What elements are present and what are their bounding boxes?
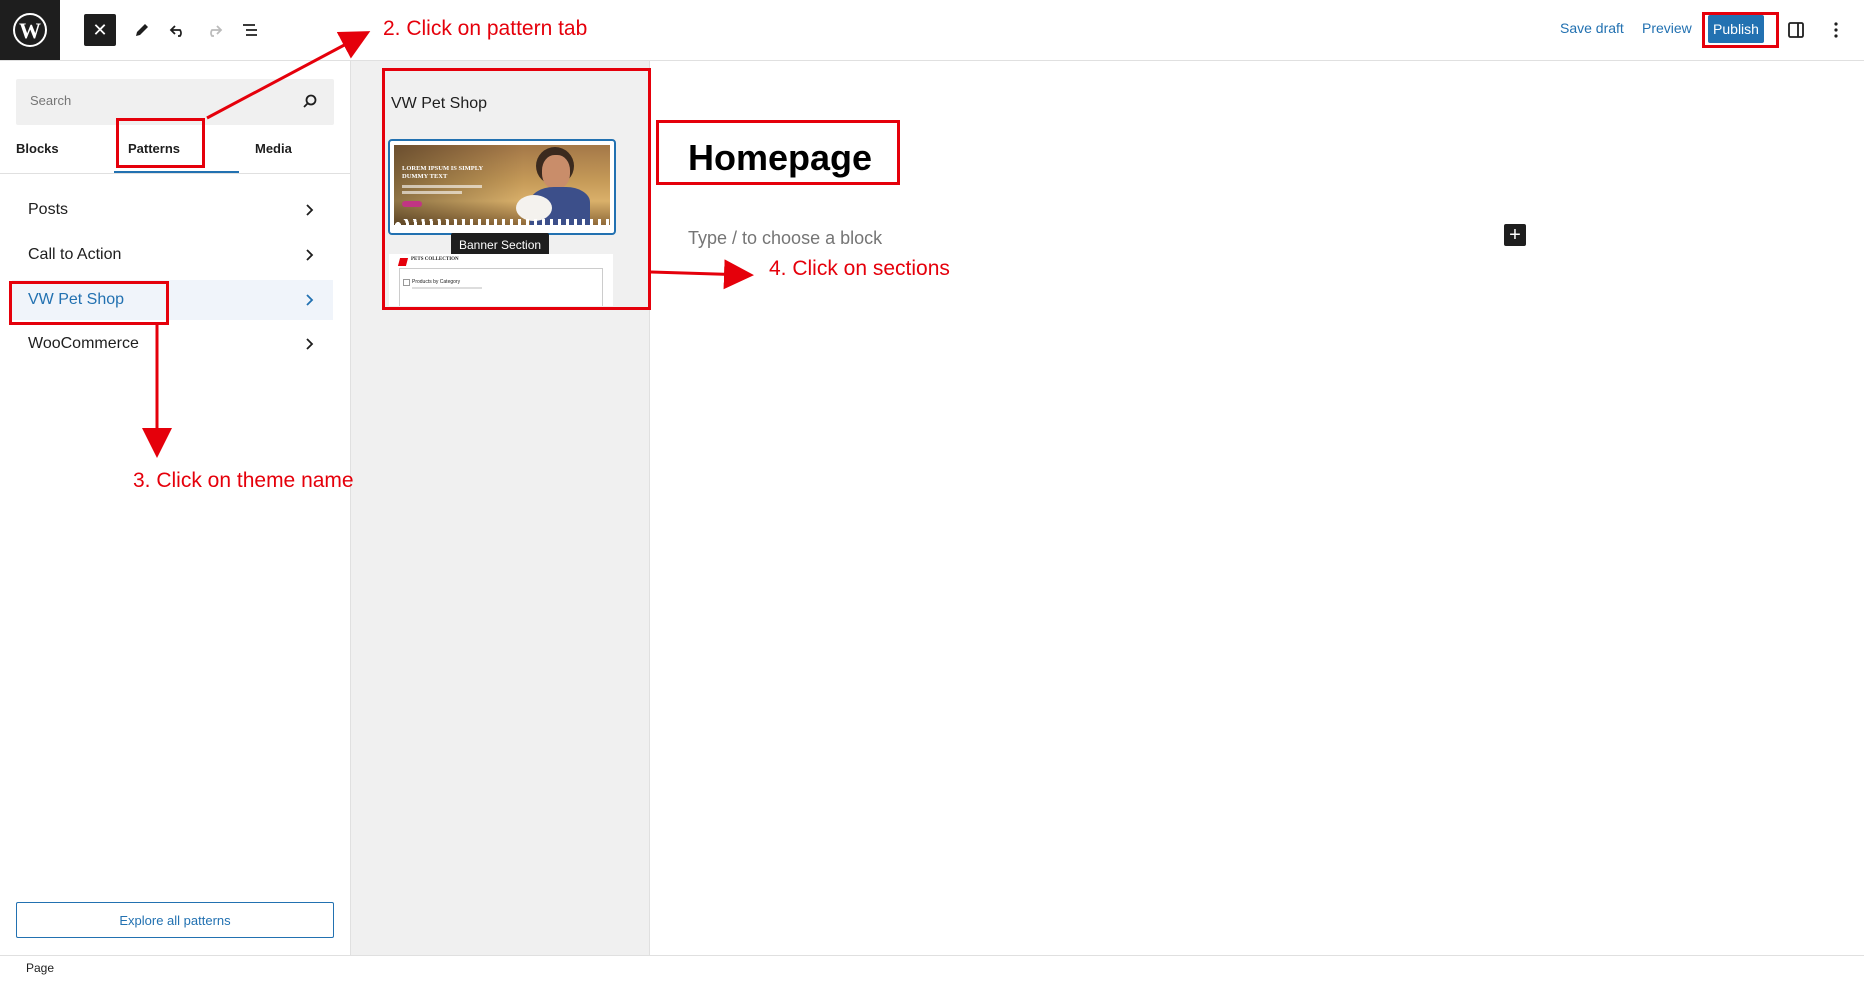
category-label: Call to Action	[28, 246, 122, 263]
plus-icon: +	[1509, 224, 1521, 246]
tabs-divider	[0, 173, 350, 174]
annotation-box-patterns-tab	[116, 118, 205, 168]
more-vertical-icon	[1834, 22, 1838, 38]
redo-icon	[210, 25, 223, 37]
block-appender-placeholder[interactable]: Type / to choose a block	[688, 228, 882, 249]
category-label: WooCommerce	[28, 335, 139, 352]
svg-text:W: W	[19, 18, 41, 43]
annotation-box-theme-name	[9, 281, 169, 325]
preview-button[interactable]: Preview	[1642, 20, 1692, 36]
tab-media[interactable]: Media	[255, 141, 292, 156]
pattern-category-call-to-action[interactable]: Call to Action	[12, 235, 333, 275]
undo-icon	[169, 25, 182, 37]
wordpress-logo-icon[interactable]: W	[0, 0, 60, 60]
search-icon	[303, 94, 317, 108]
explore-all-patterns-button[interactable]: Explore all patterns	[16, 902, 334, 938]
chevron-right-icon	[306, 294, 314, 306]
tab-blocks[interactable]: Blocks	[16, 141, 59, 156]
search-input[interactable]	[30, 93, 270, 108]
annotation-step-2: 2. Click on pattern tab	[383, 17, 588, 40]
close-icon: ✕	[92, 19, 108, 40]
editor-footer: Page	[0, 955, 1864, 981]
options-button[interactable]	[1820, 14, 1852, 46]
annotation-step-3: 3. Click on theme name	[133, 469, 354, 492]
pattern-category-woocommerce[interactable]: WooCommerce	[12, 324, 333, 364]
chevron-right-icon	[306, 249, 314, 261]
settings-button[interactable]	[1780, 14, 1812, 46]
add-block-button[interactable]: +	[1504, 224, 1526, 246]
block-inserter-sidebar: Blocks Patterns Media Posts Call to Acti…	[0, 61, 351, 955]
annotation-step-4: 4. Click on sections	[769, 257, 950, 280]
annotation-box-page-title	[656, 120, 900, 185]
undo-button[interactable]	[162, 14, 194, 46]
document-overview-button[interactable]	[234, 14, 266, 46]
block-breadcrumb[interactable]: Page	[26, 961, 54, 975]
sidebar-toggle-icon	[1788, 22, 1804, 38]
chevron-right-icon	[306, 338, 314, 350]
arrow-to-step-4	[650, 259, 754, 290]
list-view-icon	[243, 24, 257, 36]
category-label: Posts	[28, 201, 69, 218]
save-draft-button[interactable]: Save draft	[1560, 20, 1624, 36]
pencil-icon	[136, 24, 148, 36]
active-tab-indicator	[114, 171, 239, 173]
tools-button[interactable]	[126, 14, 158, 46]
annotation-box-publish	[1702, 12, 1779, 48]
redo-button[interactable]	[198, 14, 230, 46]
annotation-box-sections	[382, 68, 651, 310]
pattern-category-posts[interactable]: Posts	[12, 190, 333, 230]
editor-top-toolbar: W ✕ Save draft Preview Publish	[0, 0, 1864, 61]
chevron-right-icon	[306, 204, 314, 216]
close-inserter-button[interactable]: ✕	[84, 14, 116, 46]
